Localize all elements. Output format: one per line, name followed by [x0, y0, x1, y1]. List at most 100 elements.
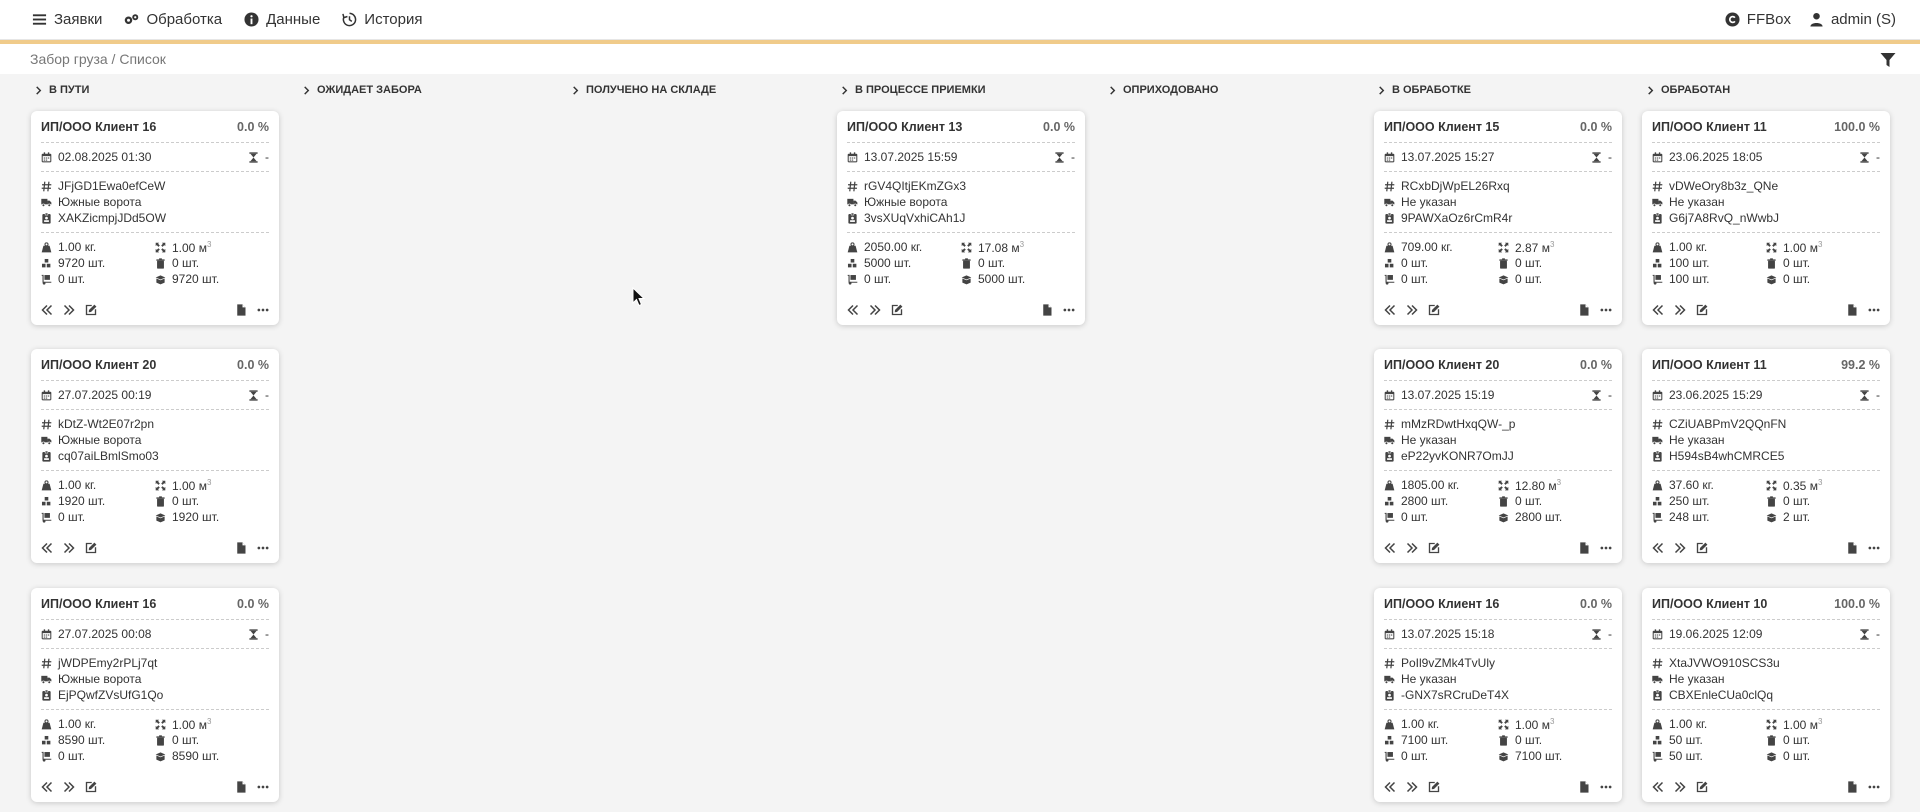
- angles-left-icon[interactable]: [1384, 781, 1396, 793]
- volume-unit-superscript: 3: [206, 477, 212, 487]
- card-qty-defect: 0 шт.: [1783, 256, 1811, 270]
- angles-left-icon[interactable]: [41, 304, 53, 316]
- request-card[interactable]: ИП/ООО Клиент 20 0.0 % 27.07.2025 00:19 …: [31, 349, 279, 563]
- file-icon[interactable]: [1846, 542, 1858, 554]
- request-card[interactable]: ИП/ООО Клиент 11 99.2 % 23.06.2025 15:29…: [1642, 349, 1890, 563]
- column-header-in-transit[interactable]: В ПУТИ: [34, 84, 89, 96]
- more-icon[interactable]: [257, 781, 269, 793]
- more-icon[interactable]: [257, 542, 269, 554]
- edit-icon[interactable]: [1696, 781, 1708, 793]
- card-date: 13.07.2025 15:19: [1401, 388, 1495, 402]
- file-icon[interactable]: [1578, 781, 1590, 793]
- file-icon[interactable]: [235, 304, 247, 316]
- angles-right-icon[interactable]: [63, 304, 75, 316]
- angles-right-icon[interactable]: [1406, 542, 1418, 554]
- nav-item-history[interactable]: История: [342, 11, 422, 28]
- card-weight: 2050.00 кг.: [864, 240, 923, 254]
- column-header-awaiting-pickup[interactable]: ОЖИДАЕТ ЗАБОРА: [302, 84, 422, 96]
- card-code: jWDPEmy2rPLj7qt: [58, 656, 158, 670]
- column-header-processing[interactable]: В ОБРАБОТКЕ: [1377, 84, 1471, 96]
- dolly-icon: [1652, 512, 1663, 523]
- file-icon[interactable]: [1846, 781, 1858, 793]
- boxes-icon: [41, 734, 51, 745]
- card-qty-defect: 0 шт.: [1783, 733, 1811, 747]
- angles-left-icon[interactable]: [1652, 781, 1664, 793]
- request-card[interactable]: ИП/ООО Клиент 16 0.0 % 02.08.2025 01:30 …: [31, 111, 279, 325]
- card-doc: H594sB4whCMRCE5: [1669, 449, 1785, 463]
- angles-right-icon[interactable]: [1674, 542, 1686, 554]
- angles-left-icon[interactable]: [1652, 304, 1664, 316]
- column-header-processed[interactable]: ОБРАБОТАН: [1646, 84, 1730, 96]
- nav-item-processing[interactable]: Обработка: [124, 11, 222, 28]
- file-icon[interactable]: [235, 542, 247, 554]
- column-header-posted[interactable]: ОПРИХОДОВАНО: [1108, 84, 1218, 96]
- request-card[interactable]: ИП/ООО Клиент 20 0.0 % 13.07.2025 15:19 …: [1374, 349, 1622, 563]
- divider: [1652, 409, 1880, 410]
- card-qty-total: 2800 шт.: [1401, 494, 1449, 508]
- more-icon[interactable]: [1868, 304, 1880, 316]
- request-card[interactable]: ИП/ООО Клиент 16 0.0 % 13.07.2025 15:18 …: [1374, 588, 1622, 802]
- topbar-right-group: FFBox admin (S): [1725, 11, 1896, 28]
- more-icon[interactable]: [257, 304, 269, 316]
- request-card[interactable]: ИП/ООО Клиент 11 100.0 % 23.06.2025 18:0…: [1642, 111, 1890, 325]
- angles-right-icon[interactable]: [869, 304, 881, 316]
- divider: [41, 142, 269, 143]
- menu-icon: [32, 14, 47, 25]
- angles-left-icon[interactable]: [1384, 542, 1396, 554]
- column-header-received[interactable]: ПОЛУЧЕНО НА СКЛАДЕ: [571, 84, 716, 96]
- angles-right-icon[interactable]: [1406, 781, 1418, 793]
- divider: [41, 619, 269, 620]
- edit-icon[interactable]: [1428, 304, 1440, 316]
- request-card[interactable]: ИП/ООО Клиент 16 0.0 % 27.07.2025 00:08 …: [31, 588, 279, 802]
- request-card[interactable]: ИП/ООО Клиент 15 0.0 % 13.07.2025 15:27 …: [1374, 111, 1622, 325]
- angles-right-icon[interactable]: [1406, 304, 1418, 316]
- column-header-acceptance[interactable]: В ПРОЦЕССЕ ПРИЕМКИ: [840, 84, 986, 96]
- more-icon[interactable]: [1063, 304, 1075, 316]
- angles-right-icon[interactable]: [63, 781, 75, 793]
- angles-right-icon[interactable]: [63, 542, 75, 554]
- request-card[interactable]: ИП/ООО Клиент 13 0.0 % 13.07.2025 15:59 …: [837, 111, 1085, 325]
- filter-icon[interactable]: [1880, 52, 1896, 68]
- edit-icon[interactable]: [85, 542, 97, 554]
- request-card[interactable]: ИП/ООО Клиент 10 100.0 % 19.06.2025 12:0…: [1642, 588, 1890, 802]
- edit-icon[interactable]: [1428, 542, 1440, 554]
- edit-icon[interactable]: [1696, 304, 1708, 316]
- file-icon[interactable]: [1578, 304, 1590, 316]
- divider: [41, 470, 269, 471]
- angles-left-icon[interactable]: [1652, 542, 1664, 554]
- angles-left-icon[interactable]: [41, 542, 53, 554]
- expand-icon: [1766, 242, 1777, 252]
- weight-icon: [1652, 718, 1663, 729]
- card-code: rGV4QItjEKmZGx3: [864, 179, 967, 193]
- more-icon[interactable]: [1868, 542, 1880, 554]
- edit-icon[interactable]: [85, 304, 97, 316]
- angles-left-icon[interactable]: [41, 781, 53, 793]
- edit-icon[interactable]: [1428, 781, 1440, 793]
- nav-item-data[interactable]: Данные: [244, 11, 320, 28]
- angles-right-icon[interactable]: [1674, 304, 1686, 316]
- more-icon[interactable]: [1600, 542, 1612, 554]
- file-icon[interactable]: [235, 781, 247, 793]
- file-icon[interactable]: [1846, 304, 1858, 316]
- gears-icon: [125, 14, 139, 24]
- divider: [1652, 380, 1880, 381]
- card-qty-remaining: 0 шт.: [1783, 749, 1811, 763]
- edit-icon[interactable]: [1696, 542, 1708, 554]
- card-percent: 0.0 %: [1580, 120, 1612, 134]
- nav-item-requests[interactable]: Заявки: [32, 11, 102, 28]
- edit-icon[interactable]: [85, 781, 97, 793]
- nav-item-ffbox[interactable]: FFBox: [1725, 11, 1791, 28]
- edit-icon[interactable]: [891, 304, 903, 316]
- dolly-icon: [1384, 751, 1395, 762]
- nav-item-user[interactable]: admin (S): [1809, 11, 1896, 28]
- angles-left-icon[interactable]: [847, 304, 859, 316]
- weight-icon: [1652, 479, 1663, 490]
- file-icon[interactable]: [1578, 542, 1590, 554]
- more-icon[interactable]: [1600, 781, 1612, 793]
- more-icon[interactable]: [1600, 304, 1612, 316]
- angles-left-icon[interactable]: [1384, 304, 1396, 316]
- divider: [1384, 648, 1612, 649]
- file-icon[interactable]: [1041, 304, 1053, 316]
- more-icon[interactable]: [1868, 781, 1880, 793]
- angles-right-icon[interactable]: [1674, 781, 1686, 793]
